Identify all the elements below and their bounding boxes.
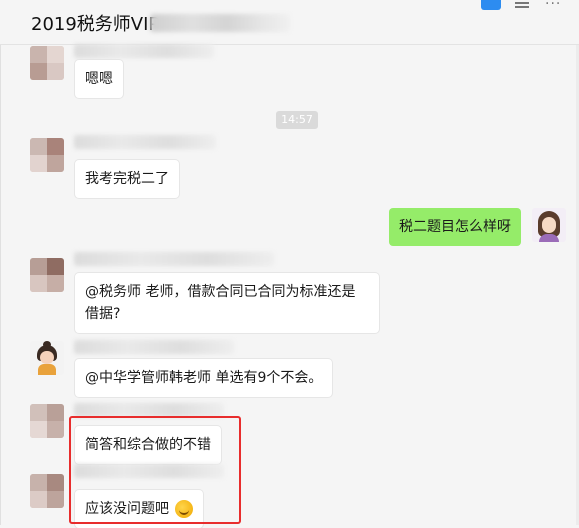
message-bubble[interactable]: 我考完税二了 [75,160,179,198]
sender-name-blurred [74,44,214,58]
highlight-box [69,416,241,524]
message-bubble[interactable]: @税务师 老师，借款合同已合同为标准还是借据? [75,273,379,333]
blurred-title-suffix [150,14,290,32]
my-avatar[interactable] [532,208,566,242]
chat-active-icon[interactable] [481,0,501,10]
chat-title: 2019税务师VIP [31,14,160,35]
avatar[interactable] [30,258,64,292]
sender-name-blurred [74,135,216,149]
more-dots-icon[interactable]: ··· [545,0,565,11]
message-bubble[interactable]: @中华学管师韩老师 单选有9个不会。 [75,359,333,397]
avatar[interactable] [30,474,64,508]
left-divider [0,45,1,525]
sender-name-blurred [74,403,224,417]
avatar[interactable] [30,46,64,80]
chat-header: 2019税务师VIP ··· [0,0,579,45]
my-message-bubble[interactable]: 税二题目怎么样呀 [389,208,521,246]
message-bubble[interactable]: 嗯嗯 [75,60,123,98]
sender-name-blurred [74,340,234,354]
avatar[interactable] [30,341,64,375]
avatar[interactable] [30,138,64,172]
timestamp: 14:57 [276,111,318,129]
menu-lines-icon[interactable] [512,0,532,10]
sender-name-blurred [74,252,274,266]
avatar[interactable] [30,404,64,438]
